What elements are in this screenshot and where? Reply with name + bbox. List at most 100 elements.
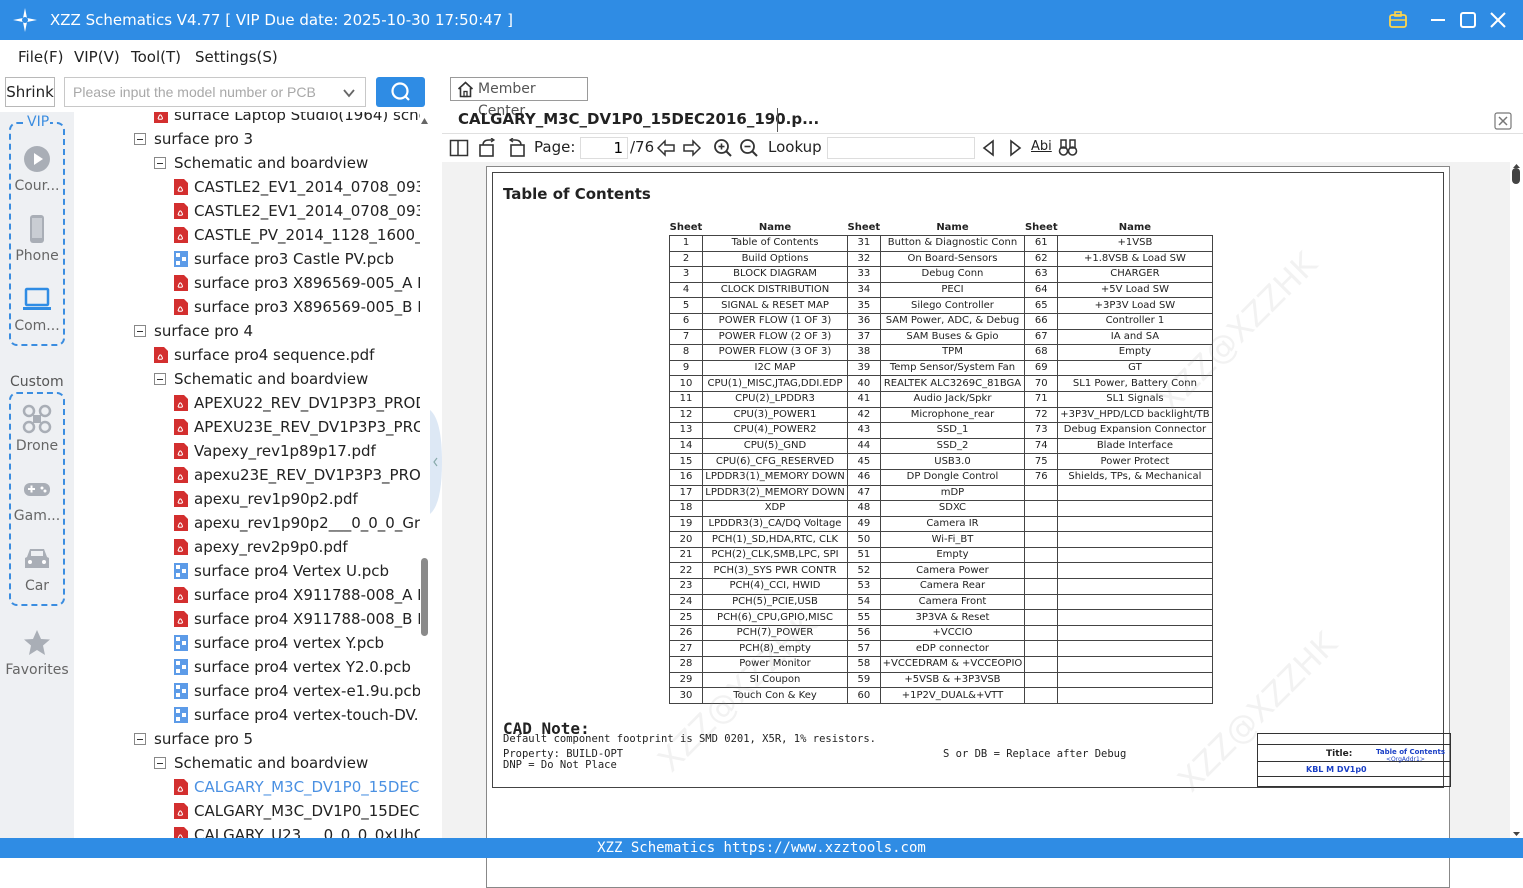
chevron-down-icon[interactable] (342, 86, 356, 100)
maximize-icon[interactable] (1458, 10, 1478, 30)
tree-file[interactable]: apexu23E_REV_DV1P3P3_PRODUCTION.pdf (174, 463, 420, 487)
binoculars-icon[interactable] (1058, 138, 1078, 158)
search-input[interactable] (65, 78, 339, 106)
tree-folder[interactable]: surface pro 5 (134, 727, 420, 751)
collapse-toggle-icon[interactable] (154, 757, 166, 769)
zoom-in-icon[interactable] (713, 138, 733, 158)
rail-label-favorites: Favorites (5, 662, 69, 678)
rail-item-computer[interactable]: Com... (0, 284, 74, 334)
rail-item-favorites[interactable]: Favorites (0, 628, 74, 678)
shrink-button[interactable]: Shrink (5, 77, 55, 107)
car-icon (25, 549, 49, 568)
tree-file[interactable]: surface pro3 Castle PV.pcb (174, 247, 420, 271)
menu-settings[interactable]: Settings(S) (195, 48, 278, 66)
tree-file[interactable]: CASTLE_PV_2014_1128_1600___0_0_0.pdf (174, 223, 420, 247)
tree-file[interactable]: surface Laptop Studio(1964) schematic (154, 112, 420, 127)
tree-item-label: Schematic and boardview (174, 154, 369, 172)
document-tab-bar: CALGARY_M3C_DV1P0_15DEC2016_190.p... (442, 106, 1523, 134)
rail-item-phone[interactable]: Phone (0, 214, 74, 264)
viewer-scrollbar[interactable] (1510, 162, 1523, 838)
find-previous-icon[interactable] (980, 138, 998, 158)
tree-folder[interactable]: surface pro 4 (134, 319, 420, 343)
tree-file[interactable]: CASTLE2_EV1_2014_0708_0930.pdf (174, 175, 420, 199)
lookup-input[interactable] (827, 137, 975, 159)
tree-file[interactable]: surface pro4 vertex-touch-DV.pcb (174, 703, 420, 727)
tree-file[interactable]: CASTLE2_EV1_2014_0708_0930___0_0_0.pdf (174, 199, 420, 223)
collapse-toggle-icon[interactable] (134, 325, 146, 337)
toc-sheet-name: PCH(5)_PCIE,USB (702, 593, 848, 611)
toc-col-header: Sheet (847, 222, 881, 233)
close-icon[interactable] (1488, 10, 1508, 30)
toc-sheet-number: 21 (669, 546, 703, 564)
tree-file[interactable]: CALGARY_M3C_DV1P0_15DEC2016_190___0_0_0.… (174, 799, 420, 823)
tree-file[interactable]: surface pro3 X896569-005_A Physical.pdf (174, 271, 420, 295)
tree-item-label: surface pro3 X896569-005_A Physical.pdf (194, 274, 420, 292)
member-center-button[interactable]: Member Center (450, 77, 588, 119)
toc-sheet-number: 44 (847, 437, 881, 455)
sidebar-toggle-icon[interactable] (449, 138, 469, 158)
toc-sheet-number: 69 (1024, 359, 1059, 377)
toc-sheet-name: +3P3V Load SW (1057, 297, 1213, 314)
tree-file[interactable]: Vapexy_rev1p89p17.pdf (174, 439, 420, 463)
zoom-out-icon[interactable] (739, 138, 759, 158)
panel-splitter[interactable] (430, 72, 442, 838)
tree-file[interactable]: apexy_rev2p9p0.pdf (174, 535, 420, 559)
tree-file[interactable]: apexu_rev1p90p2.pdf (174, 487, 420, 511)
tree-file[interactable]: surface pro4 vertex-e1.9u.pcb (174, 679, 420, 703)
tree-file[interactable]: CALGARY_U23___0_0_0_0xUhG.pdf (174, 823, 420, 838)
page-number-input[interactable] (580, 137, 628, 159)
tree-item-label: Schematic and boardview (174, 754, 369, 772)
pcb-file-icon (174, 659, 188, 675)
match-case-toggle[interactable]: Abi (1031, 139, 1052, 154)
toc-sheet-number: 25 (669, 609, 703, 626)
rail-item-drone[interactable]: Drone (0, 404, 74, 454)
rail-item-car[interactable]: Car (0, 544, 74, 594)
tree-scrollbar[interactable] (419, 112, 430, 838)
tab-document[interactable]: CALGARY_M3C_DV1P0_15DEC2016_190.p... (458, 110, 819, 128)
tree-file[interactable]: CALGARY_M3C_DV1P0_15DEC2016_190.pdf (174, 775, 420, 799)
tree-file[interactable]: surface pro4 Vertex U.pcb (174, 559, 420, 583)
rail-item-course[interactable]: Cour... (0, 144, 74, 194)
rail-label-drone: Drone (15, 438, 59, 454)
toc-row: 11 CPU(2)_LPDDR3 41 Audio Jack/Spkr 71 SL1 Si… (669, 390, 1213, 408)
gamepad-icon (24, 483, 50, 496)
next-page-arrow-icon[interactable] (682, 138, 702, 158)
toc-sheet-name: +1VSB (1057, 235, 1213, 252)
close-tab-icon[interactable] (1494, 112, 1512, 130)
collapse-toggle-icon[interactable] (154, 157, 166, 169)
tree-folder[interactable]: Schematic and boardview (154, 751, 420, 775)
toc-sheet-number (1024, 687, 1059, 704)
tree-file[interactable]: surface pro4 X911788-008_A Physical.pdf (174, 583, 420, 607)
menu-vip[interactable]: VIP(V) (74, 48, 120, 66)
vip-briefcase-icon[interactable] (1388, 10, 1408, 30)
rotate-right-icon[interactable] (506, 138, 526, 158)
tree-file[interactable]: APEXU23E_REV_DV1P3P3_PRODUCTION.pdf (174, 415, 420, 439)
tree-folder[interactable]: Schematic and boardview (154, 367, 420, 391)
rail-item-game[interactable]: Gam... (0, 474, 74, 524)
menu-file[interactable]: File(F) (18, 48, 63, 66)
minimize-icon[interactable] (1428, 10, 1448, 30)
tree-file[interactable]: APEXU22_REV_DV1P3P3_PRODUCTION.pdf (174, 391, 420, 415)
toc-sheet-number: 64 (1024, 281, 1059, 299)
tree-file[interactable]: surface pro4 vertex Y.pcb (174, 631, 420, 655)
toc-row: 21 PCH(2)_CLK,SMB,LPC, SPI 51 Empty (669, 546, 1213, 564)
tree-file[interactable]: apexu_rev1p90p2___0_0_0_Gr2AV.pdf (174, 511, 420, 535)
menu-tool[interactable]: Tool(T) (131, 48, 181, 66)
collapse-toggle-icon[interactable] (134, 733, 146, 745)
find-next-icon[interactable] (1006, 138, 1024, 158)
tree-file[interactable]: surface pro4 X911788-008_B Physical.pdf (174, 607, 420, 631)
toc-sheet-name: Audio Jack/Spkr (879, 390, 1026, 408)
search-button[interactable] (376, 77, 425, 107)
tree-folder[interactable]: surface pro 3 (134, 127, 420, 151)
collapse-toggle-icon[interactable] (154, 373, 166, 385)
tree-folder[interactable]: Schematic and boardview (154, 151, 420, 175)
collapse-toggle-icon[interactable] (134, 133, 146, 145)
tree-file[interactable]: surface pro3 X896569-005_B Physical.pdf (174, 295, 420, 319)
tree-item-label: surface pro4 X911788-008_B Physical.pdf (194, 610, 420, 628)
prev-page-arrow-icon[interactable] (656, 138, 676, 158)
tree-file[interactable]: surface pro4 vertex Y2.0.pcb (174, 655, 420, 679)
tree-file[interactable]: surface pro4 sequence.pdf (154, 343, 420, 367)
rotate-left-icon[interactable] (478, 138, 498, 158)
toc-sheet-number: 19 (669, 515, 703, 533)
pdf-file-icon (174, 467, 188, 483)
